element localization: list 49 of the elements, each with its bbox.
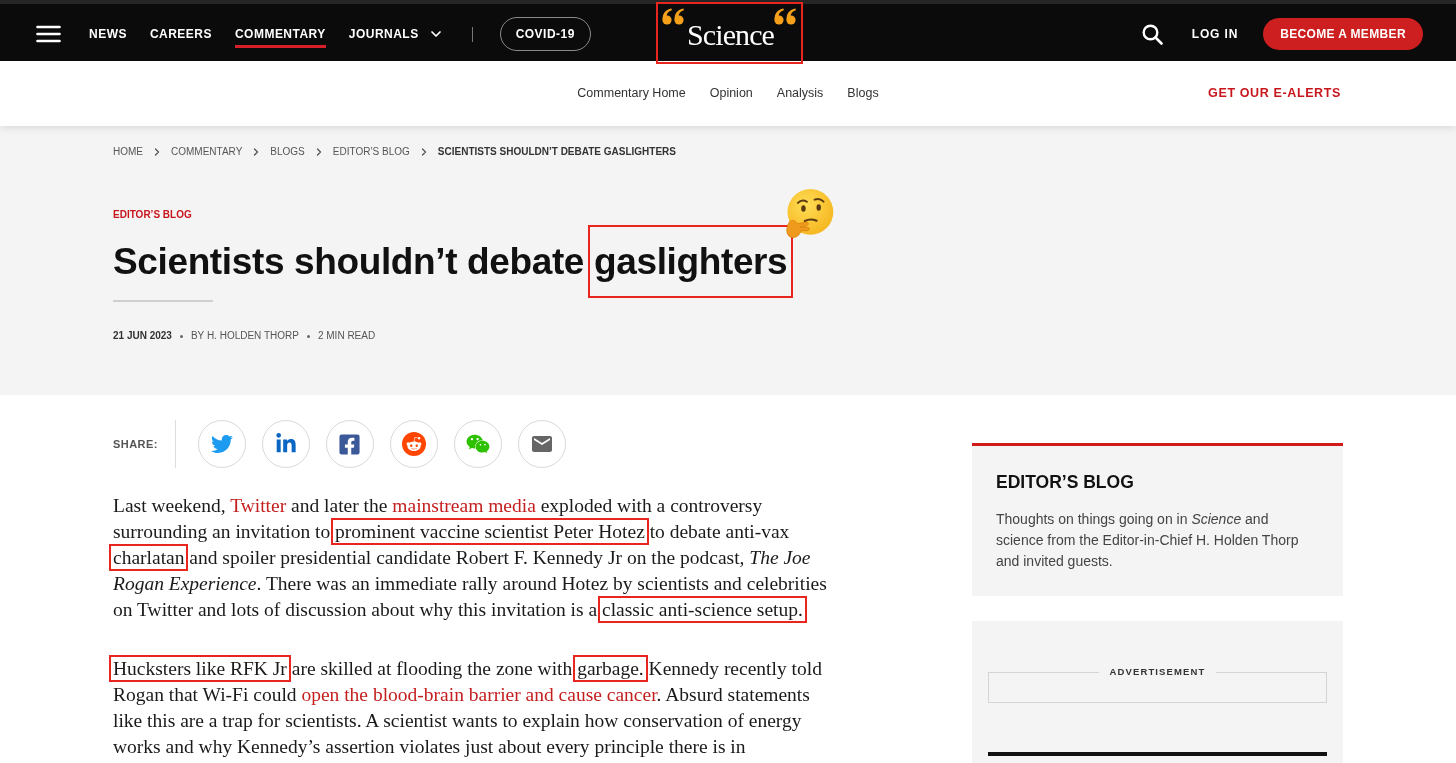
nav-tab[interactable]: JOURNALS — [348, 20, 444, 48]
breadcrumb-link[interactable]: COMMENTARY — [171, 145, 243, 158]
publish-date: 21 JUN 2023 — [113, 330, 172, 342]
sub-nav-link[interactable]: Analysis — [776, 84, 824, 103]
card-title: EDITOR’S BLOG — [996, 471, 1134, 494]
breadcrumb-link[interactable]: EDITOR’S BLOG — [332, 145, 410, 158]
ad-label: ADVERTISEMENT — [1108, 665, 1207, 679]
nav-tab[interactable]: NEWS — [89, 20, 127, 48]
share-button[interactable] — [325, 420, 374, 468]
text-link[interactable]: Twitter — [230, 495, 287, 516]
category-label: EDITOR’S BLOG — [113, 208, 192, 221]
search-button[interactable] — [1141, 23, 1163, 45]
facebook-icon — [338, 432, 362, 456]
text-link[interactable]: open the blood-brain barrier and cause cancer — [301, 684, 657, 705]
covid-link[interactable]: COVID-19 — [499, 17, 591, 51]
quote-mark-icon — [662, 8, 685, 25]
reddit-icon — [401, 432, 426, 456]
quote-mark-icon — [774, 8, 797, 25]
linkedin-icon — [274, 433, 297, 455]
share-label: SHARE: — [113, 436, 158, 452]
become-member-button[interactable]: BECOME A MEMBER — [1263, 18, 1423, 50]
e-alerts-link[interactable]: GET OUR E-ALERTS — [1208, 84, 1341, 103]
card-description: Thoughts on things going on in Science and science from the Editor-in-Chief H. Holden Thorp and invited guests. — [996, 510, 1300, 571]
nav-tab[interactable]: CAREERS — [149, 20, 212, 48]
share-button[interactable] — [517, 420, 566, 468]
dot-separator-icon — [179, 334, 183, 338]
wechat-icon — [465, 432, 490, 456]
log-in-link[interactable]: LOG IN — [1191, 25, 1239, 43]
twitter-bird-icon — [210, 433, 233, 455]
menu-button[interactable] — [36, 25, 61, 43]
article-title: Scientists shouldn’t debate gaslighters — [113, 222, 796, 302]
search-icon — [1141, 23, 1163, 45]
text-link[interactable]: mainstream media — [392, 495, 536, 516]
byline: BY H. HOLDEN THORP — [190, 330, 299, 342]
share-button[interactable] — [261, 420, 310, 468]
breadcrumb-link[interactable]: BLOGS — [270, 145, 305, 158]
dot-separator-icon — [306, 334, 310, 338]
sub-nav-link[interactable]: Blogs — [847, 84, 879, 103]
sub-nav-link[interactable]: Opinion — [709, 84, 753, 103]
menu-icon — [36, 25, 61, 43]
thinking-face-emoji-icon — [784, 188, 835, 240]
breadcrumb-link[interactable]: SCIENTISTS SHOULDN’T DEBATE GASLIGHTERS — [437, 145, 676, 158]
share-button[interactable] — [389, 420, 438, 468]
breadcrumb-link[interactable]: HOME — [113, 145, 143, 158]
share-button[interactable] — [197, 420, 246, 468]
sub-nav-link[interactable]: Commentary Home — [577, 84, 686, 103]
read-time: 2 MIN READ — [317, 330, 376, 342]
nav-tab[interactable]: COMMENTARY — [234, 20, 326, 48]
logo-link[interactable]: Science — [656, 2, 803, 64]
